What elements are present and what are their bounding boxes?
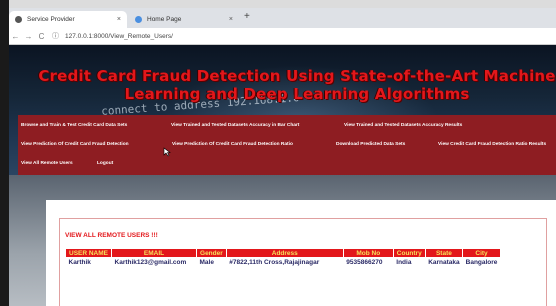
- gender-cell: Male: [199, 258, 214, 266]
- nav-menu: Browse and Train & Test Credit Card Data…: [18, 115, 556, 175]
- email-cell: Karthik123@gmail.com: [114, 258, 187, 266]
- users-heading: VIEW ALL REMOTE USERS !!!: [65, 232, 158, 239]
- city-cell: Bangalore: [465, 258, 498, 266]
- tab-label: Service Provider: [27, 16, 75, 23]
- menu-accuracy-bar-chart[interactable]: View Trained and Tested Datasets Accurac…: [171, 123, 299, 128]
- table-header-row: USER NAME EMAIL Gender Address Mob No Co…: [64, 248, 501, 258]
- tab-label: Home Page: [147, 16, 182, 23]
- country-cell: India: [396, 258, 412, 266]
- state-cell: Karnataka: [428, 258, 460, 266]
- menu-download-predicted[interactable]: Download Predicted Data Sets: [336, 142, 405, 147]
- new-tab-button[interactable]: +: [244, 11, 250, 22]
- column-header: USER NAME: [64, 248, 113, 258]
- menu-browse-train-test[interactable]: Browse and Train & Test Credit Card Data…: [21, 123, 127, 128]
- column-header: Mob No: [342, 248, 394, 258]
- column-header: EMAIL: [111, 248, 198, 258]
- mouse-cursor-icon: [163, 147, 171, 157]
- tab-home-page[interactable]: Home Page ×: [129, 11, 239, 28]
- forward-icon[interactable]: →: [22, 32, 35, 41]
- screen-bezel: [0, 0, 9, 306]
- menu-accuracy-results[interactable]: View Trained and Tested Datasets Accurac…: [344, 123, 462, 128]
- tab-service-provider[interactable]: Service Provider ×: [9, 11, 127, 28]
- back-icon[interactable]: ←: [9, 32, 22, 41]
- loading-icon: [135, 16, 142, 23]
- user-name-cell: Karthik: [68, 258, 91, 266]
- page-content: connect to address 192.168.1.0 Credit Ca…: [9, 45, 556, 306]
- close-icon[interactable]: ×: [117, 16, 121, 23]
- menu-prediction-ratio[interactable]: View Prediction Of Credit Card Fraud Det…: [172, 142, 293, 147]
- menu-logout[interactable]: Logout: [97, 161, 113, 166]
- page-title: Credit Card Fraud Detection Using State-…: [38, 67, 556, 103]
- column-header: Country: [392, 248, 426, 258]
- menu-remote-users[interactable]: View All Remote Users: [21, 161, 73, 166]
- globe-icon: [15, 16, 22, 23]
- address-cell: #7822,11th Cross,Rajajinagar: [229, 258, 320, 266]
- users-table: USER NAME EMAIL Gender Address Mob No Co…: [64, 248, 501, 267]
- browser-tab-bar: Service Provider × Home Page × +: [9, 8, 556, 28]
- mobile-cell: 9535866270: [346, 258, 383, 266]
- reload-icon[interactable]: C: [35, 32, 48, 41]
- table-row: Karthik Karthik123@gmail.com Male #7822,…: [66, 258, 501, 267]
- menu-ratio-results[interactable]: View Credit Card Fraud Detection Ratio R…: [438, 142, 546, 147]
- address-bar: ← → C ⓘ 127.0.0.1:8000/View_Remote_Users…: [9, 28, 556, 45]
- info-icon[interactable]: ⓘ: [52, 31, 59, 41]
- column-header: Address: [225, 248, 344, 258]
- column-header: City: [462, 248, 501, 258]
- column-header: State: [424, 248, 464, 258]
- menu-prediction[interactable]: View Prediction Of Credit Card Fraud Det…: [21, 142, 129, 147]
- url-input[interactable]: 127.0.0.1:8000/View_Remote_Users/: [65, 33, 173, 40]
- column-header: Gender: [196, 248, 227, 258]
- close-icon[interactable]: ×: [229, 16, 233, 23]
